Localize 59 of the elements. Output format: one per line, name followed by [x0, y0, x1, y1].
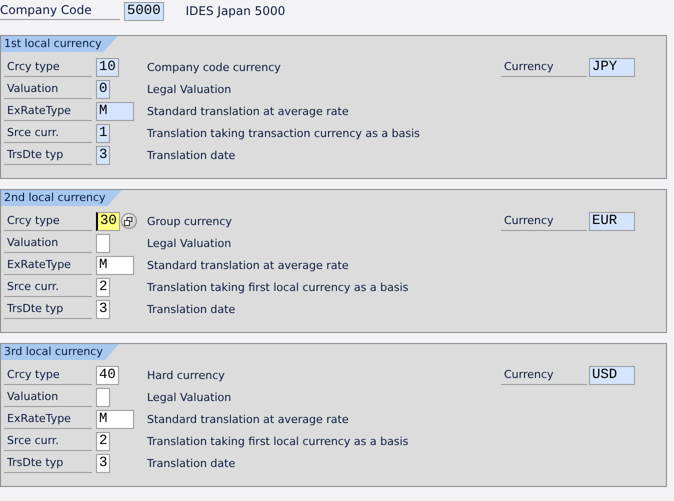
input-field[interactable]: 1 — [96, 124, 110, 142]
field-label: Currency — [501, 57, 587, 77]
field-description: Translation taking first local currency as a basis — [147, 280, 408, 294]
input-field[interactable]: 2 — [96, 278, 110, 296]
field-label: Valuation — [4, 233, 92, 253]
field-description: Legal Valuation — [147, 82, 232, 96]
input-field[interactable]: 40 — [96, 366, 119, 384]
field-label: Srce curr. — [4, 431, 92, 451]
input-field[interactable]: M — [96, 102, 134, 120]
field-label: Crcy type — [4, 365, 92, 385]
field-label: Crcy type — [4, 57, 92, 77]
field-label: TrsDte typ — [4, 145, 92, 165]
field-description: Standard translation at average rate — [147, 258, 349, 272]
field-label: Crcy type — [4, 211, 92, 231]
input-field[interactable]: USD — [589, 366, 635, 384]
section-title: 1st local currency — [1, 36, 118, 52]
input-field[interactable] — [96, 388, 110, 406]
field-description: Standard translation at average rate — [147, 104, 349, 118]
field-description: Translation taking first local currency as a basis — [147, 434, 408, 448]
field-description: Company code currency — [147, 60, 281, 74]
field-description: Standard translation at average rate — [147, 412, 349, 426]
input-field[interactable]: M — [96, 256, 134, 274]
input-field[interactable]: 3 — [96, 146, 110, 164]
field-label: ExRateType — [4, 101, 92, 121]
field-description: Legal Valuation — [147, 390, 232, 404]
input-field[interactable]: 3 — [96, 300, 110, 318]
field-label: Currency — [501, 365, 587, 385]
field-label: TrsDte typ — [4, 453, 92, 473]
field-label: ExRateType — [4, 409, 92, 429]
field-label: Valuation — [4, 79, 92, 99]
section-title: 2nd local currency — [1, 190, 122, 206]
input-field[interactable]: 2 — [96, 432, 110, 450]
input-field[interactable] — [96, 234, 110, 252]
field-label: Srce curr. — [4, 123, 92, 143]
input-field[interactable]: 5000 — [124, 2, 164, 20]
window-icon — [124, 216, 134, 226]
field-description: Translation date — [147, 456, 236, 470]
input-field[interactable]: JPY — [589, 58, 635, 76]
field-label: TrsDte typ — [4, 299, 92, 319]
field-label: Srce curr. — [4, 277, 92, 297]
value-help-button[interactable] — [120, 213, 137, 229]
field-label: Valuation — [4, 387, 92, 407]
input-field[interactable]: EUR — [589, 212, 635, 230]
field-description: Legal Valuation — [147, 236, 232, 250]
section-title: 3rd local currency — [1, 344, 119, 360]
input-field[interactable]: 3 — [96, 454, 110, 472]
field-description: Hard currency — [147, 368, 225, 382]
input-field[interactable]: 10 — [96, 58, 119, 76]
field-label: ExRateType — [4, 255, 92, 275]
input-field[interactable]: 30 — [96, 212, 120, 230]
company-name: IDES Japan 5000 — [186, 4, 286, 18]
field-label: Currency — [501, 211, 587, 231]
field-description: Group currency — [147, 214, 232, 228]
field-description: Translation date — [147, 302, 236, 316]
input-field[interactable]: 0 — [96, 80, 110, 98]
input-field[interactable]: M — [96, 410, 134, 428]
field-description: Translation taking transaction currency as a basis — [147, 126, 420, 140]
field-label: Company Code — [0, 2, 120, 20]
field-description: Translation date — [147, 148, 236, 162]
